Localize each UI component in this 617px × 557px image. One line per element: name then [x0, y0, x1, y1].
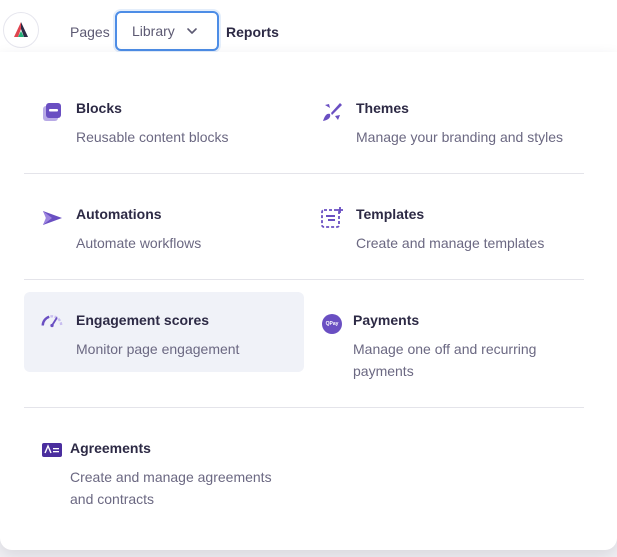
menu-divider — [24, 279, 584, 280]
menu-item-agreements[interactable]: Agreements Create and manage agreements … — [24, 428, 304, 512]
menu-item-title: Automations — [76, 206, 162, 222]
menu-item-description: Manage your branding and styles — [356, 129, 564, 145]
logo-icon — [14, 22, 28, 37]
paintbrush-icon — [320, 100, 344, 124]
top-navigation: Pages Library Reports — [0, 0, 617, 56]
menu-item-engagement-scores[interactable]: Engagement scores Monitor page engagemen… — [24, 292, 304, 372]
menu-item-title: Payments — [353, 312, 420, 328]
menu-item-blocks[interactable]: Blocks Reusable content blocks — [24, 88, 304, 152]
library-dropdown-menu: Blocks Reusable content blocks Themes Ma… — [0, 52, 617, 550]
nav-pages[interactable]: Pages — [70, 22, 110, 42]
template-icon — [320, 206, 344, 230]
qpay-icon: QPay — [320, 312, 344, 336]
menu-item-title: Agreements — [70, 440, 151, 456]
menu-item-description: Reusable content blocks — [76, 129, 229, 145]
menu-item-title: Engagement scores — [76, 312, 210, 328]
menu-divider — [24, 407, 584, 408]
nav-library-dropdown[interactable]: Library — [115, 11, 219, 51]
nav-reports[interactable]: Reports — [226, 22, 279, 42]
menu-item-title: Blocks — [76, 100, 122, 116]
menu-item-title: Templates — [356, 206, 425, 222]
menu-item-automations[interactable]: Automations Automate workflows — [24, 194, 304, 258]
menu-item-description: Monitor page engagement — [76, 341, 240, 357]
menu-item-description: Create and manage templates — [356, 235, 545, 251]
menu-item-themes[interactable]: Themes Manage your branding and styles — [304, 88, 584, 152]
menu-item-title: Themes — [356, 100, 409, 116]
chevron-down-icon — [186, 28, 197, 34]
menu-item-description: Create and manage agreements and contrac… — [70, 469, 272, 507]
menu-item-payments[interactable]: QPay Payments Manage one off and recurri… — [304, 300, 584, 384]
send-icon — [40, 206, 64, 230]
menu-item-description: Manage one off and recurring payments — [353, 341, 537, 379]
menu-item-templates[interactable]: Templates Create and manage templates — [304, 194, 584, 258]
blocks-icon — [40, 100, 64, 124]
menu-divider — [24, 173, 584, 174]
nav-library-label: Library — [132, 23, 175, 39]
app-logo[interactable] — [3, 12, 39, 48]
agreement-icon — [40, 438, 64, 462]
menu-item-description: Automate workflows — [76, 235, 202, 251]
qpay-badge: QPay — [322, 314, 342, 334]
gauge-icon — [40, 308, 64, 332]
